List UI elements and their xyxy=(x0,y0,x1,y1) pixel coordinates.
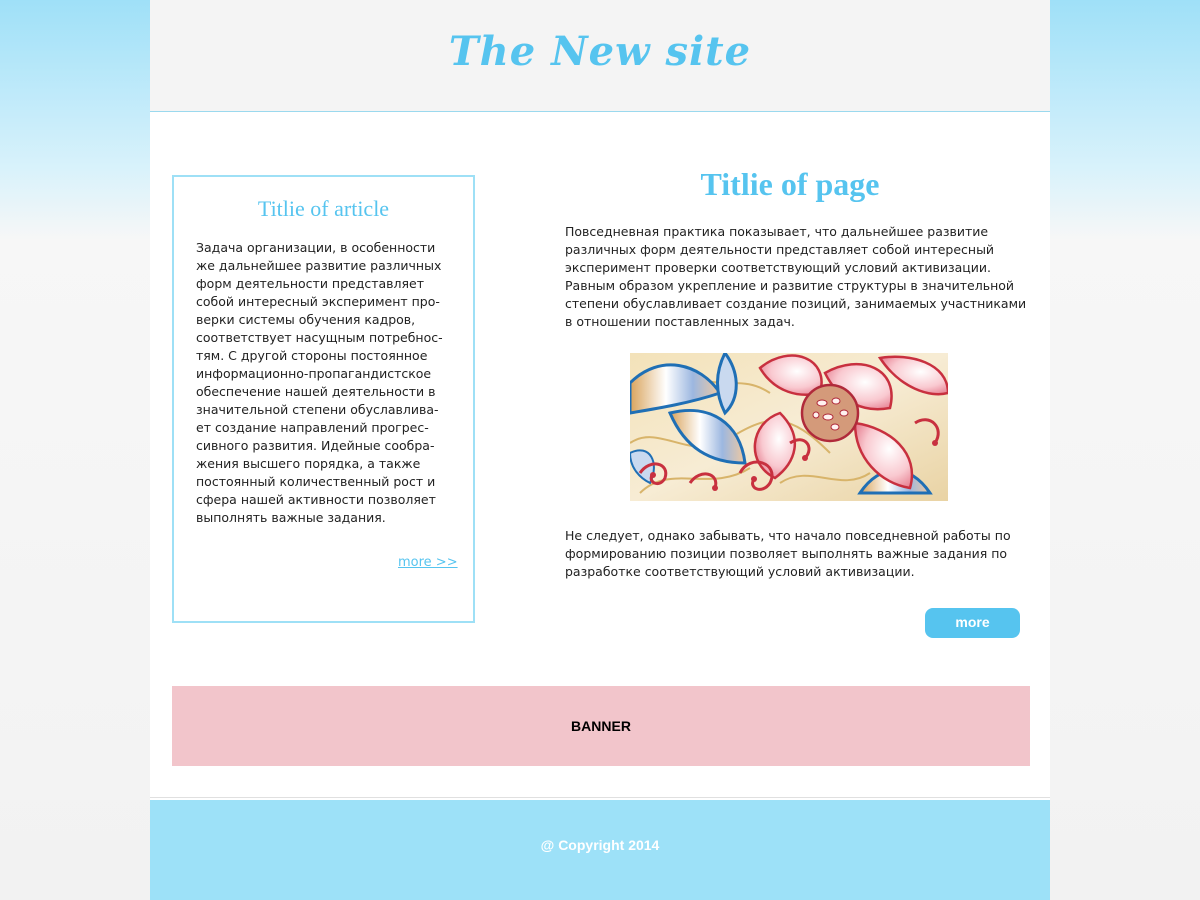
footer-divider xyxy=(150,797,1050,798)
more-button[interactable]: more xyxy=(925,608,1020,638)
page-title: Titlie of page xyxy=(700,166,880,202)
page-container: The New site Titlie of article Задача ор… xyxy=(150,0,1050,900)
floral-pattern-image xyxy=(630,353,948,501)
article-more-link[interactable]: more >> xyxy=(398,555,458,570)
site-title[interactable]: The New site xyxy=(150,28,1050,75)
site-footer: @ Copyright 2014 xyxy=(150,800,1050,900)
site-header: The New site xyxy=(150,0,1050,112)
article-text: Задача организации, в особенности же дал… xyxy=(196,240,443,525)
intro-paragraph: Повседневная практика показывает, что да… xyxy=(565,224,1027,329)
article-sidebar-box: Titlie of article Задача организации, в … xyxy=(172,175,475,623)
copyright-text: @ Copyright 2014 xyxy=(540,837,660,853)
outro-paragraph: Не следует, однако забывать, что начало … xyxy=(565,528,1011,579)
banner[interactable]: BANNER xyxy=(172,686,1030,766)
article-title: Titlie of article xyxy=(257,196,390,221)
